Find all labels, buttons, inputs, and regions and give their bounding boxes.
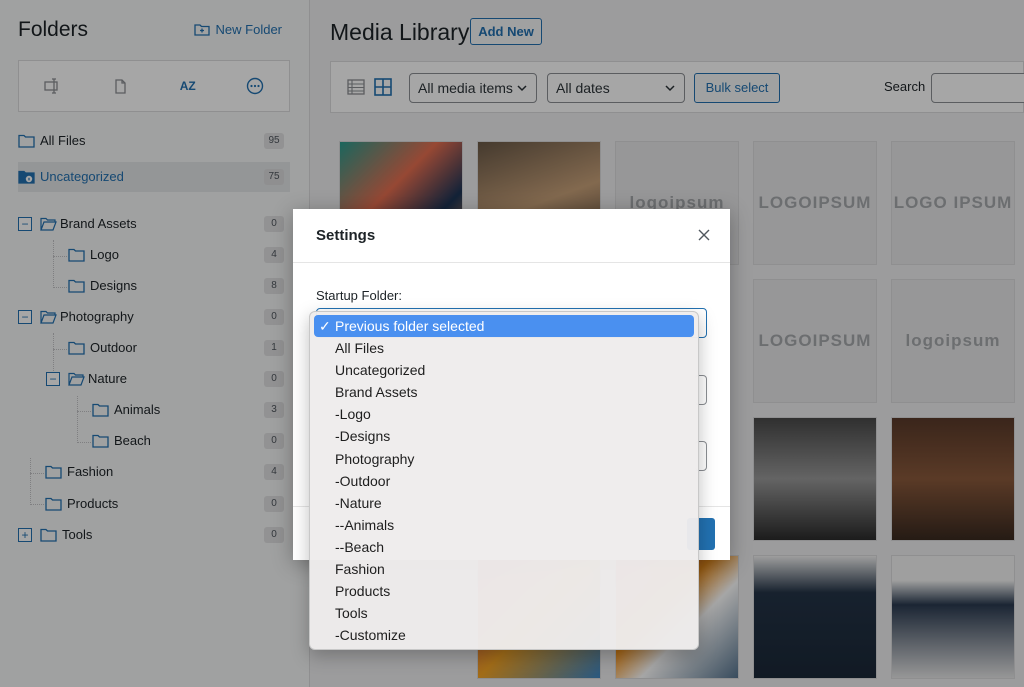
option-label: -Outdoor — [335, 472, 391, 489]
option-label: Fashion — [335, 561, 385, 578]
close-icon[interactable] — [696, 227, 712, 243]
startup-folder-label: Startup Folder: — [316, 288, 402, 303]
modal-title: Settings — [316, 227, 376, 244]
option-label: Brand Assets — [335, 384, 418, 401]
option-label: --Animals — [335, 516, 395, 533]
option-customize[interactable]: -Customize — [314, 624, 694, 646]
option-label: All Files — [335, 340, 385, 357]
checkmark-icon: ✓ — [319, 318, 331, 334]
option-nature[interactable]: -Nature — [314, 492, 694, 514]
option-logo[interactable]: -Logo — [314, 403, 694, 425]
option-label: -Logo — [335, 406, 371, 423]
option-uncategorized[interactable]: Uncategorized — [314, 359, 694, 381]
option-label: Uncategorized — [335, 362, 426, 379]
option-beach[interactable]: --Beach — [314, 536, 694, 558]
startup-folder-options: ✓ Previous folder selected All Files Unca… — [309, 311, 699, 650]
option-outdoor[interactable]: -Outdoor — [314, 470, 694, 492]
option-label: --Beach — [335, 538, 385, 555]
option-label: Tools — [335, 605, 368, 622]
option-previous-folder[interactable]: ✓ Previous folder selected — [314, 315, 694, 338]
option-fashion[interactable]: Fashion — [314, 558, 694, 580]
option-tools[interactable]: Tools — [314, 602, 694, 624]
option-label: Photography — [335, 450, 415, 467]
modal-header: Settings — [293, 209, 730, 263]
option-designs[interactable]: -Designs — [314, 425, 694, 447]
option-label: -Nature — [335, 494, 382, 511]
option-animals[interactable]: --Animals — [314, 514, 694, 536]
option-label: Products — [335, 583, 391, 600]
option-photography[interactable]: Photography — [314, 448, 694, 470]
option-all-files[interactable]: All Files — [314, 337, 694, 359]
option-brand-assets[interactable]: Brand Assets — [314, 381, 694, 403]
option-label: -Customize — [335, 627, 406, 644]
option-label: Previous folder selected — [335, 318, 485, 334]
option-products[interactable]: Products — [314, 580, 694, 602]
option-label: -Designs — [335, 428, 391, 445]
